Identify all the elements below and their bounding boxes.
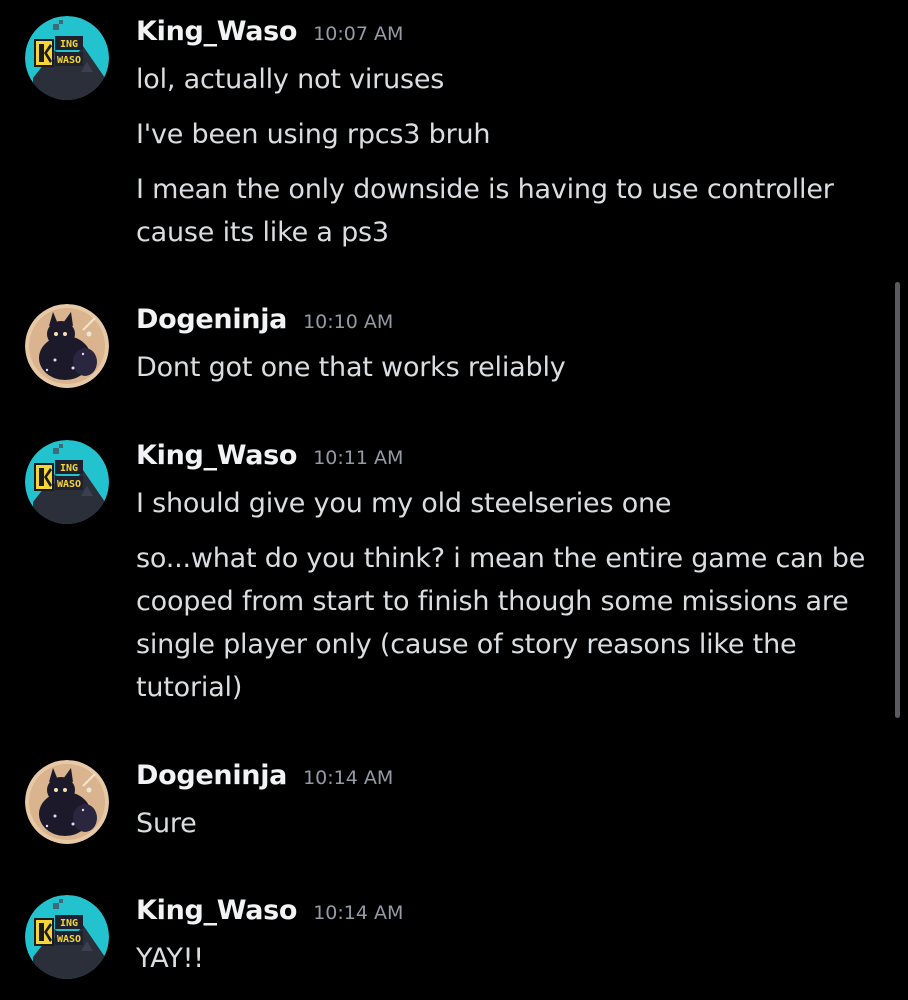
svg-text:ING: ING xyxy=(60,918,78,929)
svg-text:ING: ING xyxy=(60,39,78,50)
message-text: Dont got one that works reliably xyxy=(136,352,566,383)
king-waso-logo-icon: ING WASO xyxy=(25,440,109,524)
dogeninja-avatar-icon xyxy=(25,760,109,844)
message-text: lol, actually not viruses xyxy=(136,64,445,95)
dogeninja-avatar-icon xyxy=(25,304,109,388)
message-header: Dogeninja 10:14 AM xyxy=(136,760,393,800)
message-text: YAY!! xyxy=(136,943,204,974)
message-text: I mean the only downside is having to us… xyxy=(136,174,834,248)
svg-text:ING: ING xyxy=(60,463,78,474)
timestamp: 10:10 AM xyxy=(303,311,394,333)
avatar[interactable] xyxy=(25,304,109,388)
svg-text:WASO: WASO xyxy=(57,479,81,490)
timestamp: 10:11 AM xyxy=(313,447,404,469)
avatar[interactable]: ING WASO xyxy=(25,440,109,524)
message-header: King_Waso 10:11 AM xyxy=(136,440,403,480)
svg-text:WASO: WASO xyxy=(57,55,81,66)
message-text: Sure xyxy=(136,808,197,839)
message-list: ING WASO King_Waso 10:07 AM lol, actually… xyxy=(0,0,908,1000)
username[interactable]: Dogeninja xyxy=(136,760,287,791)
timestamp: 10:14 AM xyxy=(303,767,394,789)
avatar[interactable] xyxy=(25,760,109,844)
message-text: so...what do you think? i mean the entir… xyxy=(136,543,866,703)
message-header: King_Waso 10:07 AM xyxy=(136,16,403,56)
username[interactable]: King_Waso xyxy=(136,16,297,47)
message-text: I should give you my old steelseries one xyxy=(136,488,672,519)
avatar[interactable]: ING WASO xyxy=(25,895,109,979)
timestamp: 10:14 AM xyxy=(313,902,404,924)
message-header: King_Waso 10:14 AM xyxy=(136,895,403,935)
avatar[interactable]: ING WASO xyxy=(25,16,109,100)
svg-text:WASO: WASO xyxy=(57,934,81,945)
timestamp: 10:07 AM xyxy=(313,23,404,45)
king-waso-logo-icon: ING WASO xyxy=(25,16,109,100)
king-waso-logo-icon: ING WASO xyxy=(25,895,109,979)
username[interactable]: King_Waso xyxy=(136,440,297,471)
message-text: I've been using rpcs3 bruh xyxy=(136,119,491,150)
message-header: Dogeninja 10:10 AM xyxy=(136,304,393,344)
scrollbar[interactable] xyxy=(895,282,900,718)
username[interactable]: King_Waso xyxy=(136,895,297,926)
username[interactable]: Dogeninja xyxy=(136,304,287,335)
